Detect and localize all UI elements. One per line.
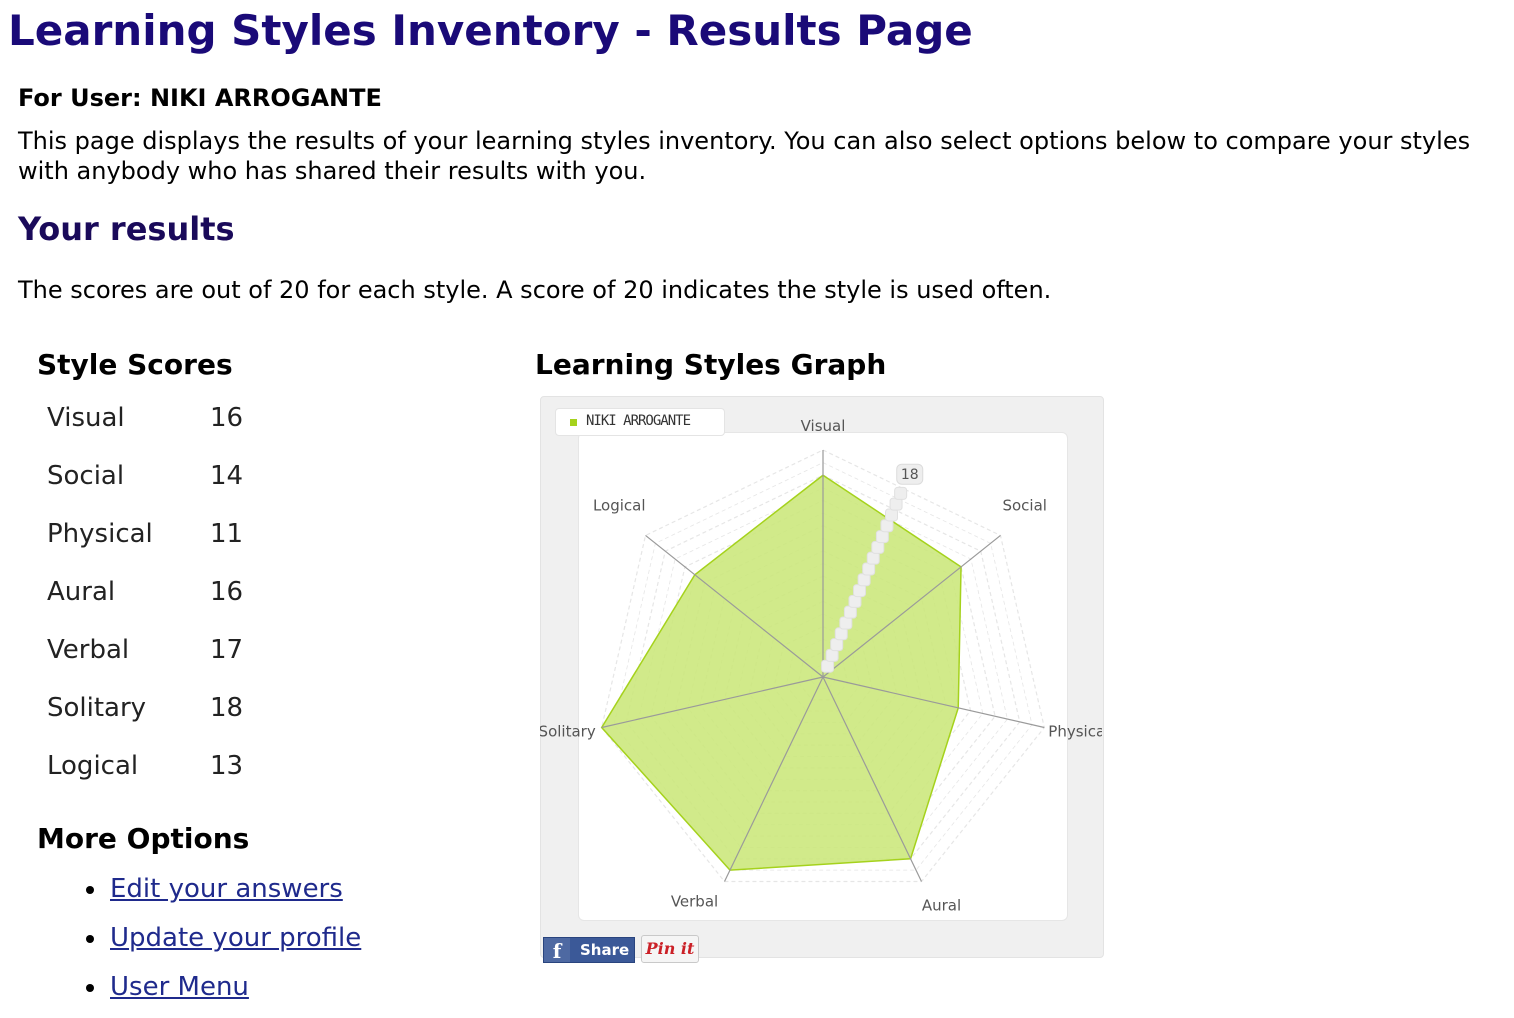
facebook-share-label: Share <box>580 941 630 959</box>
scale-tick-bg <box>830 638 844 652</box>
update-profile-link[interactable]: Update your profile <box>110 923 361 953</box>
scale-tick-bg <box>834 627 848 641</box>
scale-tick-bg <box>880 519 894 533</box>
intro-text: This page displays the results of your l… <box>18 127 1471 185</box>
score-value: 16 <box>210 403 244 433</box>
score-row-solitary: Solitary 18 <box>47 693 267 733</box>
scale-tick-bg <box>839 616 853 630</box>
score-row-verbal: Verbal 17 <box>47 635 267 675</box>
axis-label-social: Social <box>1002 496 1046 514</box>
score-value: 13 <box>210 751 244 781</box>
scale-tick-bg <box>848 594 862 608</box>
score-value: 18 <box>210 693 244 723</box>
score-name: Visual <box>47 403 125 433</box>
score-row-aural: Aural 16 <box>47 577 267 617</box>
more-options-heading: More Options <box>37 822 250 855</box>
scale-tick-bg <box>871 540 885 554</box>
score-row-social: Social 14 <box>47 461 267 501</box>
scale-tick-bg <box>857 573 871 587</box>
bullet-icon <box>86 935 94 943</box>
data-area <box>600 474 962 871</box>
score-name: Physical <box>47 519 153 549</box>
score-row-visual: Visual 16 <box>47 403 267 443</box>
bullet-icon <box>86 886 94 894</box>
axis-label-aural: Aural <box>922 897 961 915</box>
bullet-icon <box>86 984 94 992</box>
scale-tick-bg <box>866 551 880 565</box>
score-value: 11 <box>210 519 244 549</box>
score-value: 14 <box>210 461 244 491</box>
legend-label: NIKI ARROGANTE <box>586 413 691 429</box>
axis-label-physical: Physical <box>1048 723 1102 741</box>
user-menu-link[interactable]: User Menu <box>110 972 249 1002</box>
legend-swatch <box>570 419 577 426</box>
axis-label-visual: Visual <box>801 417 846 435</box>
axis-label-logical: Logical <box>593 496 646 514</box>
scale-tick-bg <box>889 497 903 511</box>
score-row-physical: Physical 11 <box>47 519 267 559</box>
edit-answers-link[interactable]: Edit your answers <box>110 874 343 904</box>
score-name: Social <box>47 461 125 491</box>
graph-heading: Learning Styles Graph <box>535 348 887 381</box>
score-name: Aural <box>47 577 116 607</box>
score-value: 16 <box>210 577 244 607</box>
scale-tick-bg <box>862 562 876 576</box>
score-value: 17 <box>210 635 244 665</box>
scale-tick-bg <box>853 584 867 598</box>
scale-tick-bg <box>894 486 908 500</box>
pinterest-pin-button[interactable]: Pin it <box>641 935 699 963</box>
scale-tick-bg <box>885 508 899 522</box>
radar-chart: 18 Visual Social Physical Aural Verbal Solitar… <box>540 417 1102 915</box>
chart-legend[interactable]: NIKI ARROGANTE <box>555 408 725 436</box>
score-name: Solitary <box>47 693 147 723</box>
score-row-logical: Logical 13 <box>47 751 267 791</box>
axis-label-verbal: Verbal <box>671 893 718 911</box>
score-name: Logical <box>47 751 139 781</box>
scale-max-label: 18 <box>901 467 919 483</box>
facebook-icon: f <box>544 938 570 963</box>
scale-tick-bg <box>825 648 839 662</box>
axis-label-solitary: Solitary <box>540 723 596 741</box>
scale-tick-bg <box>843 605 857 619</box>
score-name: Verbal <box>47 635 130 665</box>
user-name-line: For User: NIKI ARROGANTE <box>18 84 382 112</box>
results-heading: Your results <box>18 210 235 248</box>
score-explanation: The scores are out of 20 for each style.… <box>18 276 1052 304</box>
page-title: Learning Styles Inventory - Results Page <box>8 6 973 55</box>
facebook-share-button[interactable]: f Share <box>543 937 635 963</box>
style-scores-heading: Style Scores <box>37 348 233 381</box>
scale-tick-bg <box>821 659 835 673</box>
scale-tick-bg <box>875 530 889 544</box>
